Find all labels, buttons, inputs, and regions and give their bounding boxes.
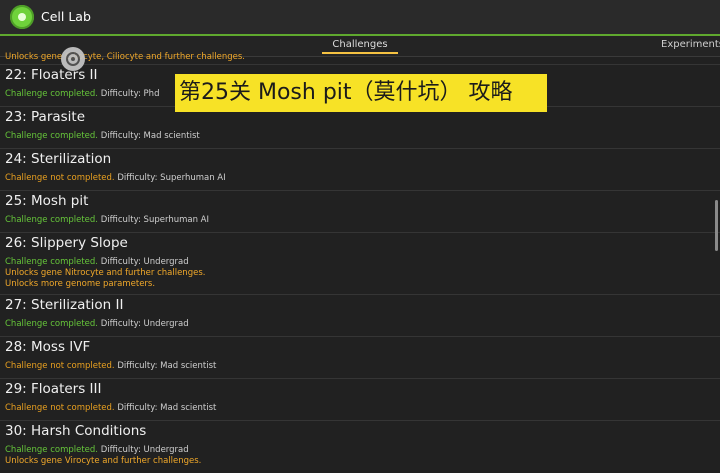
- challenge-title: 29: Floaters III: [5, 381, 102, 397]
- challenge-status: Challenge completed. Difficulty: Undergr…: [5, 257, 189, 267]
- challenge-title: 27: Sterilization II: [5, 297, 124, 313]
- difficulty-text: Difficulty: Mad scientist: [117, 403, 217, 413]
- unlock-text: Unlocks gene Nitrocyte and further chall…: [5, 268, 206, 278]
- challenge-item[interactable]: 28: Moss IVF Challenge not completed. Di…: [0, 336, 720, 379]
- unlock-text: Unlocks gene Virocyte and further challe…: [5, 456, 202, 466]
- challenge-item[interactable]: 29: Floaters III Challenge not completed…: [0, 378, 720, 421]
- tab-challenges[interactable]: Challenges: [322, 39, 398, 50]
- difficulty-text: Difficulty: Phd: [100, 89, 160, 99]
- challenge-title: 22: Floaters II: [5, 67, 98, 83]
- unlock-text: Unlocks more genome parameters.: [5, 279, 156, 289]
- difficulty-text: Difficulty: Undergrad: [100, 257, 189, 267]
- challenge-item[interactable]: 30: Harsh Conditions Challenge completed…: [0, 420, 720, 473]
- difficulty-text: Difficulty: Mad scientist: [100, 131, 200, 141]
- challenge-list: Unlocks gene Ciliocyte, Ciliocyte and fu…: [0, 52, 720, 473]
- status-text: Challenge completed.: [5, 215, 98, 225]
- challenge-status: Challenge completed. Difficulty: Superhu…: [5, 215, 209, 225]
- challenge-title: 25: Mosh pit: [5, 193, 89, 209]
- challenge-status: Challenge completed. Difficulty: Mad sci…: [5, 131, 200, 141]
- challenge-title: 30: Harsh Conditions: [5, 423, 147, 439]
- status-text: Challenge not completed.: [5, 403, 115, 413]
- difficulty-text: Difficulty: Undergrad: [100, 319, 189, 329]
- status-text: Challenge not completed.: [5, 361, 115, 371]
- challenge-title: 23: Parasite: [5, 109, 86, 125]
- challenge-status: Challenge completed. Difficulty: Phd: [5, 89, 159, 99]
- scrollbar[interactable]: [715, 200, 718, 251]
- logo-core: [18, 13, 26, 21]
- difficulty-text: Difficulty: Superhuman AI: [117, 173, 226, 183]
- cell-lab-logo-icon[interactable]: [10, 5, 34, 29]
- difficulty-text: Difficulty: Mad scientist: [117, 361, 217, 371]
- challenge-status: Challenge not completed. Difficulty: Mad…: [5, 361, 216, 371]
- status-text: Challenge completed.: [5, 257, 98, 267]
- challenge-item[interactable]: 24: Sterilization Challenge not complete…: [0, 148, 720, 191]
- top-app-bar: Cell Lab: [0, 0, 720, 34]
- challenge-item[interactable]: 25: Mosh pit Challenge completed. Diffic…: [0, 190, 720, 233]
- challenge-item[interactable]: 23: Parasite Challenge completed. Diffic…: [0, 106, 720, 149]
- status-text: Challenge completed.: [5, 319, 98, 329]
- challenge-title: 28: Moss IVF: [5, 339, 91, 355]
- target-icon[interactable]: [61, 47, 85, 71]
- tab-experiments[interactable]: Experiments: [661, 39, 720, 50]
- challenge-item[interactable]: 26: Slippery Slope Challenge completed. …: [0, 232, 720, 295]
- target-dot: [71, 57, 75, 61]
- status-text: Challenge completed.: [5, 131, 98, 141]
- app-title: Cell Lab: [41, 9, 91, 24]
- challenge-title: 26: Slippery Slope: [5, 235, 128, 251]
- challenge-status: Challenge completed. Difficulty: Undergr…: [5, 319, 189, 329]
- challenge-title: 24: Sterilization: [5, 151, 112, 167]
- difficulty-text: Difficulty: Undergrad: [100, 445, 189, 455]
- status-text: Challenge not completed.: [5, 173, 115, 183]
- status-text: Challenge completed.: [5, 445, 98, 455]
- status-text: Challenge completed.: [5, 89, 98, 99]
- challenge-status: Challenge not completed. Difficulty: Sup…: [5, 173, 226, 183]
- challenge-item[interactable]: 27: Sterilization II Challenge completed…: [0, 294, 720, 337]
- difficulty-text: Difficulty: Superhuman AI: [100, 215, 209, 225]
- challenge-status: Challenge not completed. Difficulty: Mad…: [5, 403, 216, 413]
- strategy-banner: 第25关 Mosh pit（莫什坑） 攻略: [175, 74, 547, 112]
- unlock-text: Unlocks gene Ciliocyte, Ciliocyte and fu…: [5, 52, 245, 62]
- challenge-status: Challenge completed. Difficulty: Undergr…: [5, 445, 189, 455]
